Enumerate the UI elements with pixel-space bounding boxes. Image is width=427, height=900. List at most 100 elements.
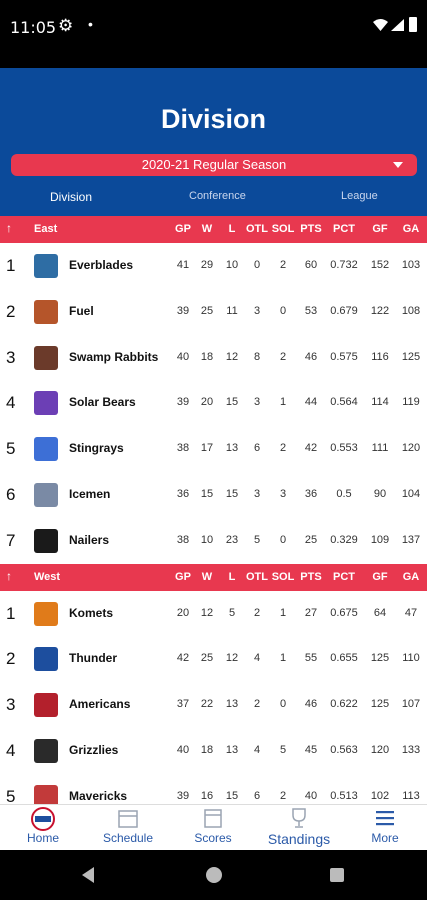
stat-cell: 47 [404, 606, 418, 619]
standings-table: ↑ East GP W L OTL SOL PTS PCT GF GA 1 Everblades 41 29… [0, 216, 427, 804]
system-nav-bar [0, 850, 427, 900]
stat-cell: 44 [304, 396, 318, 409]
team-logo-icon [34, 437, 58, 462]
table-row[interactable]: 3 Swamp Rabbits 40 18 12 8 2 46 0.575 116 125 [0, 335, 427, 381]
stat-cell: 111 [371, 442, 389, 455]
group-name: East [34, 223, 58, 235]
team-logo-icon [34, 345, 58, 370]
table-row[interactable]: 4 Grizzlies 40 18 13 4 5 45 0.563 120 133 [0, 728, 427, 774]
table-row[interactable]: 4 Solar Bears 39 20 15 3 1 44 0.564 114 119 [0, 380, 427, 426]
team-rank: 3 [6, 695, 16, 715]
season-dropdown[interactable]: 2020-21 Regular Season [11, 154, 417, 176]
team-logo-icon [34, 254, 58, 278]
team-logo-icon [34, 482, 58, 507]
stat-cell: 0 [279, 304, 287, 317]
sort-arrow-icon: ↑ [6, 221, 12, 235]
stat-cell: 90 [373, 487, 387, 500]
team-rank: 5 [6, 439, 16, 459]
column-header[interactable]: GF [365, 571, 395, 583]
team-logo-icon [34, 299, 58, 324]
table-row[interactable]: 5 Stingrays 38 17 13 6 2 42 0.553 111 120 [0, 426, 427, 472]
home-logo-icon [3, 807, 83, 831]
column-header[interactable]: PCT [329, 223, 359, 235]
stat-cell: 40 [304, 789, 318, 802]
column-header[interactable]: SOL [268, 223, 298, 235]
team-name: Komets [69, 605, 114, 620]
stat-cell: 0.564 [330, 396, 358, 409]
stat-cell: 2 [279, 259, 287, 271]
column-header[interactable]: PTS [296, 223, 326, 235]
table-row[interactable]: 5 Mavericks 39 16 15 6 2 40 0.513 102 113 [0, 774, 427, 804]
group-header-east[interactable]: ↑ East GP W L OTL SOL PTS PCT GF GA [0, 216, 427, 243]
stat-cell: 45 [304, 743, 318, 756]
wifi-icon [373, 19, 388, 31]
stat-cell: 107 [401, 698, 421, 711]
table-row[interactable]: 3 Americans 37 22 13 2 0 46 0.622 125 107 [0, 682, 427, 728]
group-header-west[interactable]: ↑ West GP W L OTL SOL PTS PCT GF GA [0, 563, 427, 591]
home-icon[interactable] [206, 867, 222, 883]
table-row[interactable]: 7 Nailers 38 10 23 5 0 25 0.329 109 137 [0, 518, 427, 564]
team-rank: 1 [6, 256, 16, 275]
stat-cell: 55 [304, 652, 318, 665]
stat-cell: 53 [304, 304, 318, 317]
settings-gear-icon: ⚙ [58, 16, 74, 35]
column-header[interactable]: PCT [329, 571, 359, 583]
nav-standings[interactable]: Standings [259, 805, 339, 851]
column-header[interactable]: SOL [268, 571, 298, 583]
nav-schedule[interactable]: Schedule [88, 805, 168, 851]
column-header[interactable]: GA [396, 571, 426, 583]
team-name: Americans [69, 697, 131, 712]
stat-cell: 0.575 [330, 350, 358, 363]
table-row[interactable]: 1 Everblades 41 29 10 0 2 60 0.732 152 103 [0, 243, 427, 289]
calendar-icon [88, 807, 168, 831]
tab-conference[interactable]: Conference [189, 190, 246, 202]
stat-cell: 27 [304, 606, 318, 619]
stat-cell: 103 [401, 259, 421, 271]
stat-cell: 0.675 [330, 606, 358, 619]
stat-cell: 104 [401, 487, 421, 500]
team-rank: 7 [6, 530, 16, 550]
team-name: Solar Bears [69, 395, 136, 410]
stat-cell: 109 [370, 533, 390, 546]
column-header[interactable]: GF [365, 223, 395, 235]
stat-cell: 2 [279, 442, 287, 455]
stat-cell: 125 [401, 350, 421, 363]
nav-home[interactable]: Home [3, 805, 83, 851]
chevron-down-icon [393, 162, 403, 168]
stat-cell: 119 [402, 396, 420, 409]
stat-cell: 0.5 [336, 487, 352, 500]
stat-cell: 0.679 [330, 304, 358, 317]
recents-icon[interactable] [330, 868, 344, 882]
team-logo-icon [34, 738, 58, 763]
table-row[interactable]: 2 Thunder 42 25 12 4 1 55 0.655 125 110 [0, 636, 427, 682]
tab-league[interactable]: League [341, 190, 378, 202]
tab-division[interactable]: Division [50, 190, 92, 204]
stat-cell: 0.553 [330, 442, 358, 455]
stat-cell: 1 [279, 606, 287, 619]
signal-icon [391, 19, 404, 31]
stat-cell: 60 [304, 259, 318, 271]
nav-scores-label: Scores [194, 831, 232, 845]
table-row[interactable]: 1 Komets 20 12 5 2 1 27 0.675 64 47 [0, 591, 427, 637]
notification-dot-icon: • [88, 16, 93, 32]
nav-more[interactable]: More [345, 805, 425, 851]
nav-scores[interactable]: Scores [173, 805, 253, 851]
stat-cell: 152 [370, 259, 390, 271]
team-rank: 1 [6, 603, 16, 623]
team-rank: 3 [6, 347, 16, 367]
column-header[interactable]: GA [396, 223, 426, 235]
table-row[interactable]: 6 Icemen 36 15 15 3 3 36 0.5 90 104 [0, 472, 427, 518]
team-rank: 4 [6, 740, 16, 760]
column-header[interactable]: PTS [296, 571, 326, 583]
stat-cell: 120 [370, 743, 390, 756]
stat-cell: 25 [304, 533, 318, 546]
nav-standings-label: Standings [267, 831, 331, 847]
team-name: Swamp Rabbits [69, 349, 159, 364]
team-name: Grizzlies [69, 742, 119, 757]
stat-cell: 46 [304, 698, 318, 711]
season-dropdown-value: 2020-21 Regular Season [141, 157, 287, 172]
table-row[interactable]: 2 Fuel 39 25 11 3 0 53 0.679 122 108 [0, 289, 427, 335]
back-icon[interactable] [82, 867, 94, 883]
stat-cell: 3 [279, 487, 287, 500]
stat-cell: 114 [371, 396, 389, 409]
